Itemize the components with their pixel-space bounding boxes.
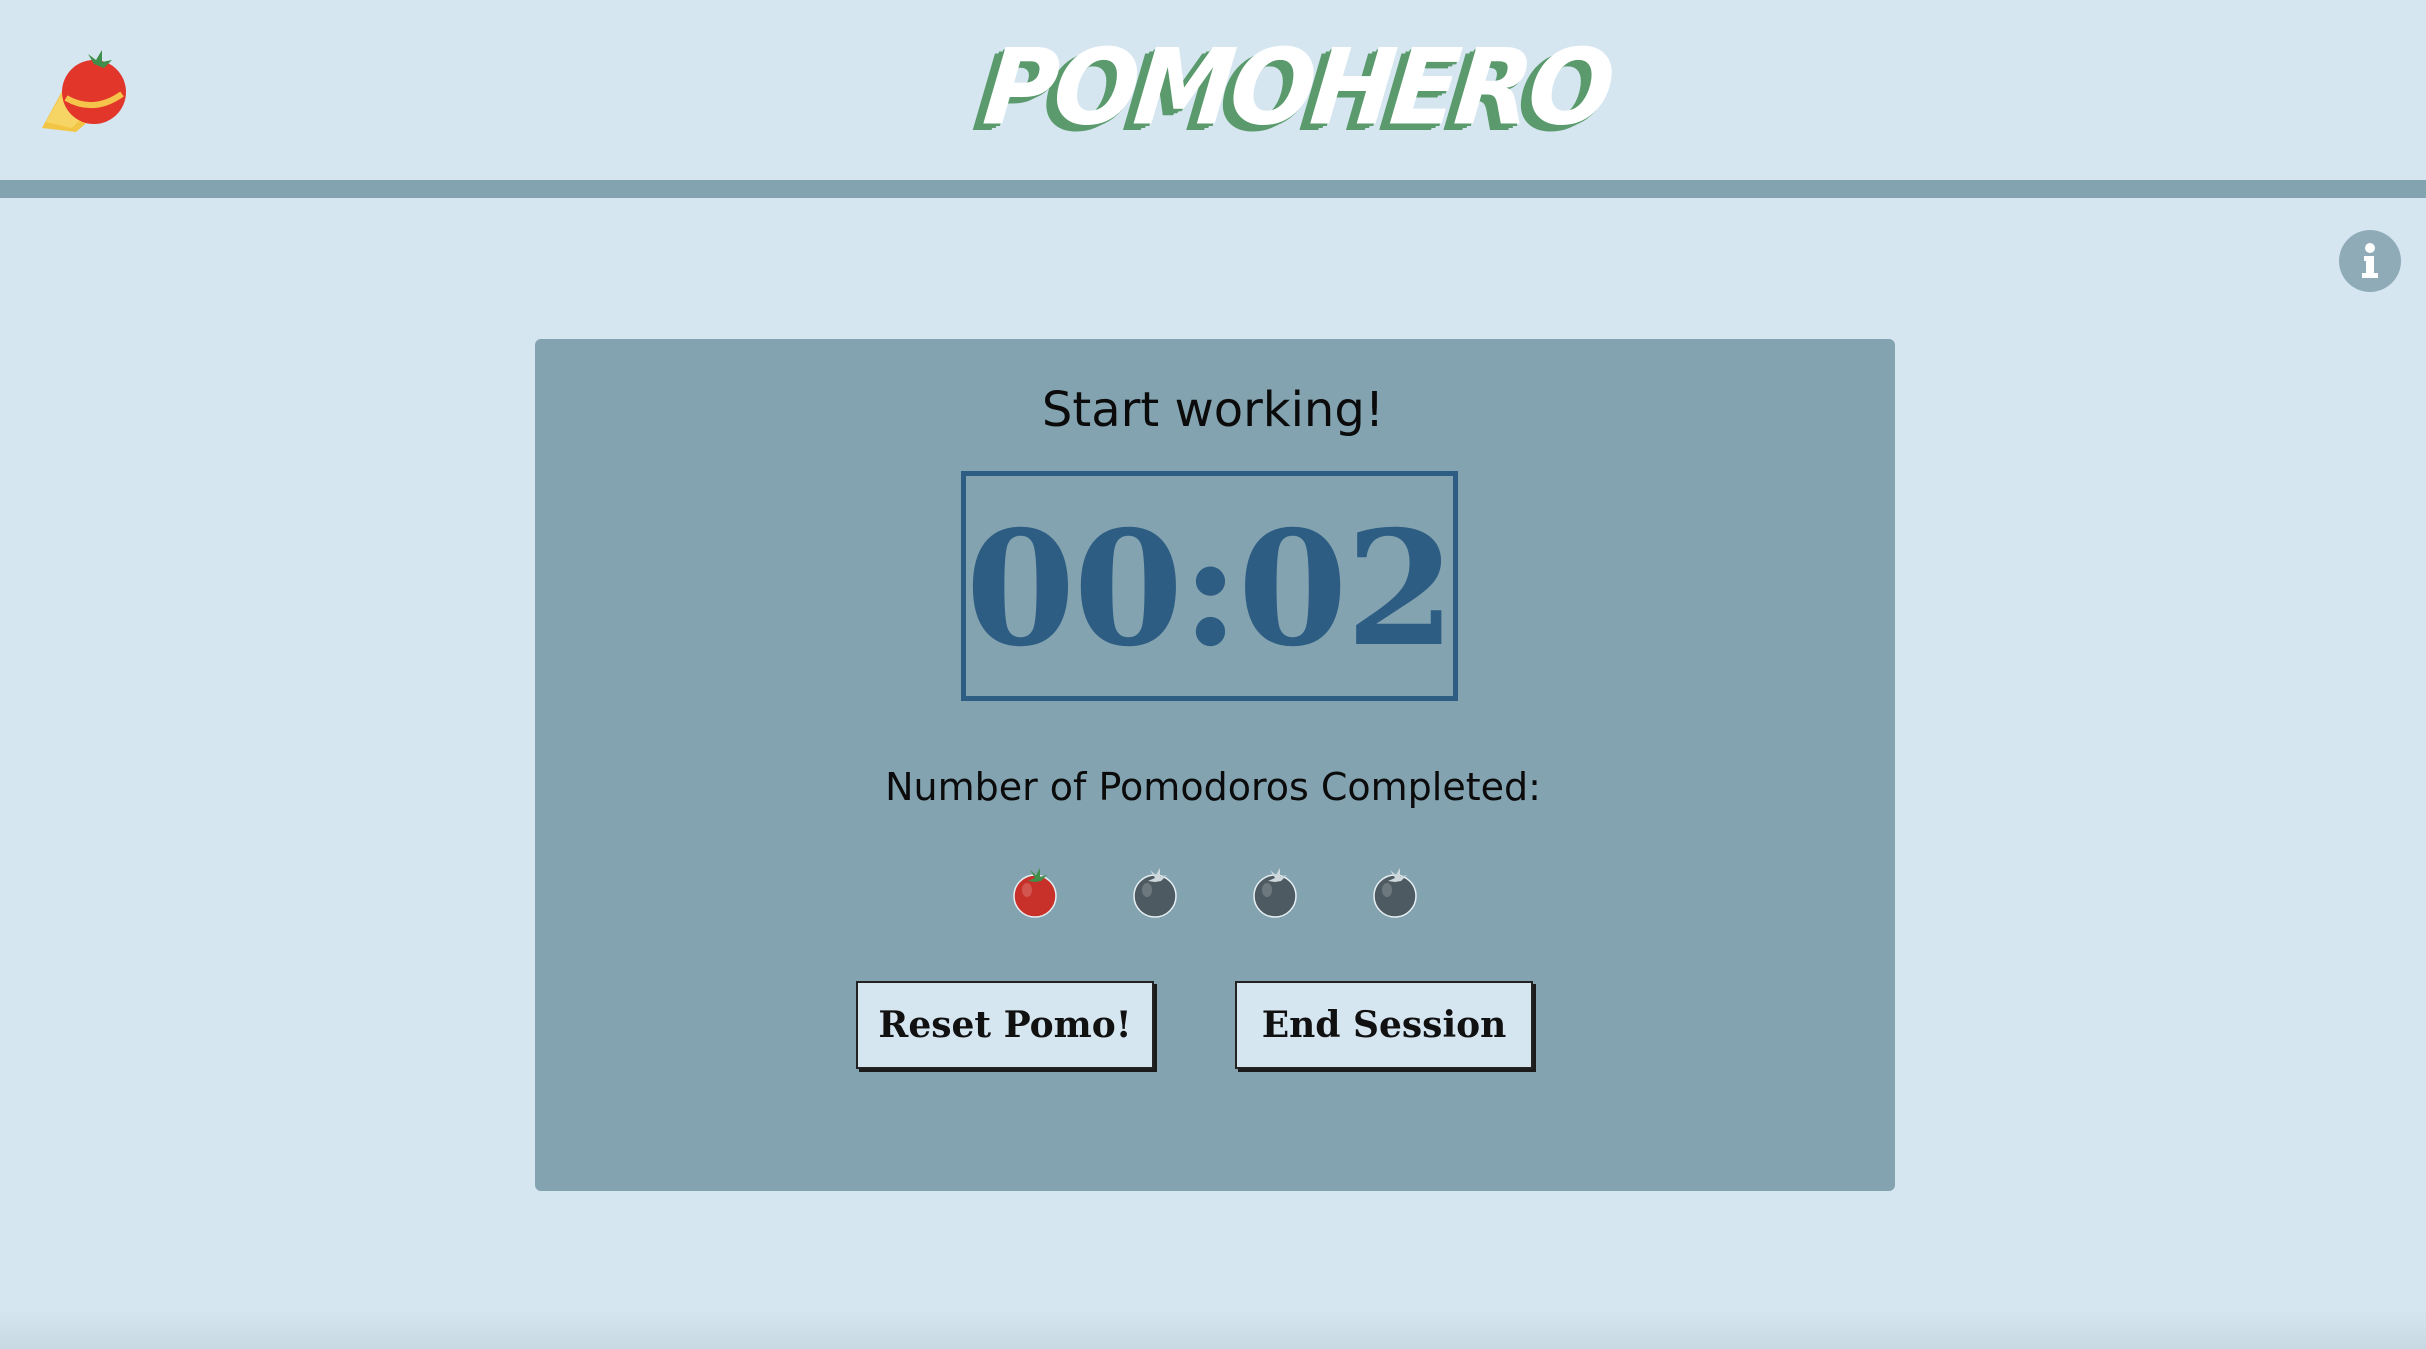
- app-header: POMOHERO: [0, 0, 2426, 180]
- tomato-completed-icon: [1010, 866, 1060, 918]
- info-icon: [2362, 243, 2378, 278]
- end-session-button[interactable]: End Session: [1235, 981, 1533, 1069]
- brand-title: POMOHERO: [978, 26, 1617, 149]
- brand-logo[interactable]: POMOHERO: [979, 26, 1617, 149]
- timer-display: 00:02: [961, 471, 1458, 701]
- tomato-pending-icon: [1370, 866, 1420, 918]
- tomato-hero-icon[interactable]: [36, 40, 136, 140]
- header-divider: [0, 180, 2426, 198]
- status-title: Start working!: [1041, 382, 1385, 438]
- pomodoro-count-label: Number of Pomodoros Completed:: [885, 765, 1541, 809]
- tomato-pending-icon: [1250, 866, 1300, 918]
- tomato-pending-icon: [1130, 866, 1180, 918]
- reset-pomo-button[interactable]: Reset Pomo!: [856, 981, 1154, 1069]
- page-footer-fade: [0, 1310, 2426, 1349]
- timer-value: 00:02: [965, 497, 1455, 682]
- info-button[interactable]: [2339, 230, 2401, 292]
